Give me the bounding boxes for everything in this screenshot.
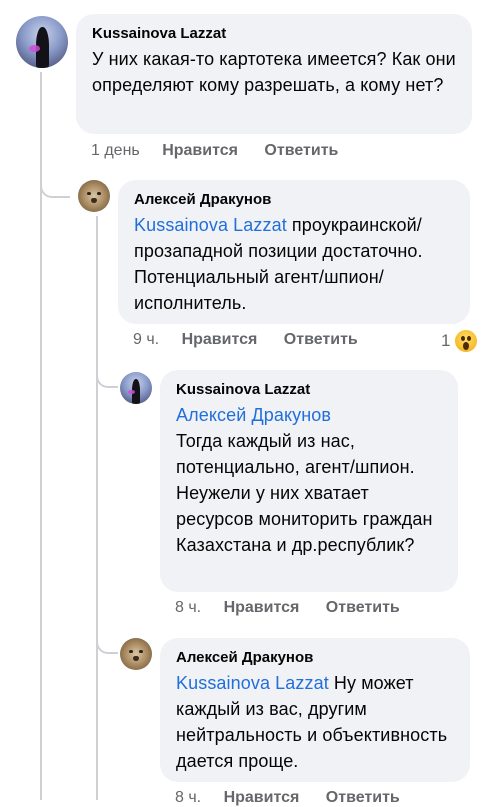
avatar-kussainova[interactable] xyxy=(16,16,68,68)
comment-body: Тогда каждый из нас, потенциально, агент… xyxy=(176,431,433,555)
thread-line-replies xyxy=(96,216,98,800)
avatar-drakunov[interactable] xyxy=(120,638,152,670)
comment-actions-4: 8 ч. Нравится Ответить xyxy=(175,789,422,807)
avatar-drakunov[interactable] xyxy=(78,180,110,212)
mention-link[interactable]: Kussainova Lazzat xyxy=(176,673,329,693)
comment-bubble-4: Алексей Дракунов Kussainova Lazzat Ну мо… xyxy=(160,638,470,782)
avatar-glow xyxy=(128,389,136,395)
comment-time[interactable]: 8 ч. xyxy=(175,599,201,617)
avatar-kussainova[interactable] xyxy=(120,372,152,404)
wow-emoji-icon xyxy=(453,328,480,354)
comment-bubble-2: Алексей Дракунов Kussainova Lazzat проук… xyxy=(118,180,470,324)
reaction-summary[interactable]: 1 xyxy=(441,328,480,354)
like-button[interactable]: Нравится xyxy=(182,331,258,349)
comment-author[interactable]: Kussainova Lazzat xyxy=(92,24,456,44)
comment-author[interactable]: Kussainova Lazzat xyxy=(176,380,442,400)
like-button[interactable]: Нравится xyxy=(162,142,238,160)
avatar-eye-left xyxy=(86,192,92,196)
like-button[interactable]: Нравится xyxy=(224,789,300,807)
reply-button[interactable]: Ответить xyxy=(326,599,400,617)
reaction-count: 1 xyxy=(441,331,451,350)
comment-time[interactable]: 9 ч. xyxy=(133,331,159,349)
comment-bubble-3: Kussainova Lazzat Алексей Дракунов Тогда… xyxy=(160,370,458,592)
comment-text: Kussainova Lazzat Ну может каждый из вас… xyxy=(176,670,454,774)
thread-curve-2 xyxy=(96,360,118,388)
avatar-eye-left xyxy=(128,650,134,654)
avatar-nose xyxy=(132,655,140,662)
comment-time[interactable]: 8 ч. xyxy=(175,789,201,807)
like-button[interactable]: Нравится xyxy=(224,599,300,617)
reply-button[interactable]: Ответить xyxy=(284,331,358,349)
comment-text: Алексей Дракунов Тогда каждый из нас, по… xyxy=(176,402,442,558)
thread-curve-3 xyxy=(96,626,118,654)
thread-curve-1 xyxy=(40,168,70,198)
comment-actions-2: 9 ч. Нравится Ответить xyxy=(133,331,380,349)
comment-bubble-1: Kussainova Lazzat У них какая-то картоте… xyxy=(76,14,472,134)
comment-author[interactable]: Алексей Дракунов xyxy=(134,190,454,210)
comment-text: У них какая-то картотека имеется? Как он… xyxy=(92,49,456,95)
mention-link[interactable]: Kussainova Lazzat xyxy=(134,215,287,235)
avatar-nose xyxy=(90,197,98,204)
avatar-eye-right xyxy=(138,650,144,654)
reply-button[interactable]: Ответить xyxy=(326,789,400,807)
comment-actions-3: 8 ч. Нравится Ответить xyxy=(175,599,422,617)
comment-author[interactable]: Алексей Дракунов xyxy=(176,648,454,668)
comment-time[interactable]: 1 день xyxy=(91,142,140,160)
comment-text: Kussainova Lazzat проукраинской/ прозапа… xyxy=(134,212,454,316)
reply-button[interactable]: Ответить xyxy=(264,142,338,160)
comment-actions-1: 1 день Нравится Ответить xyxy=(91,142,360,160)
avatar-eye-right xyxy=(96,192,102,196)
mention-link[interactable]: Алексей Дракунов xyxy=(176,405,331,425)
